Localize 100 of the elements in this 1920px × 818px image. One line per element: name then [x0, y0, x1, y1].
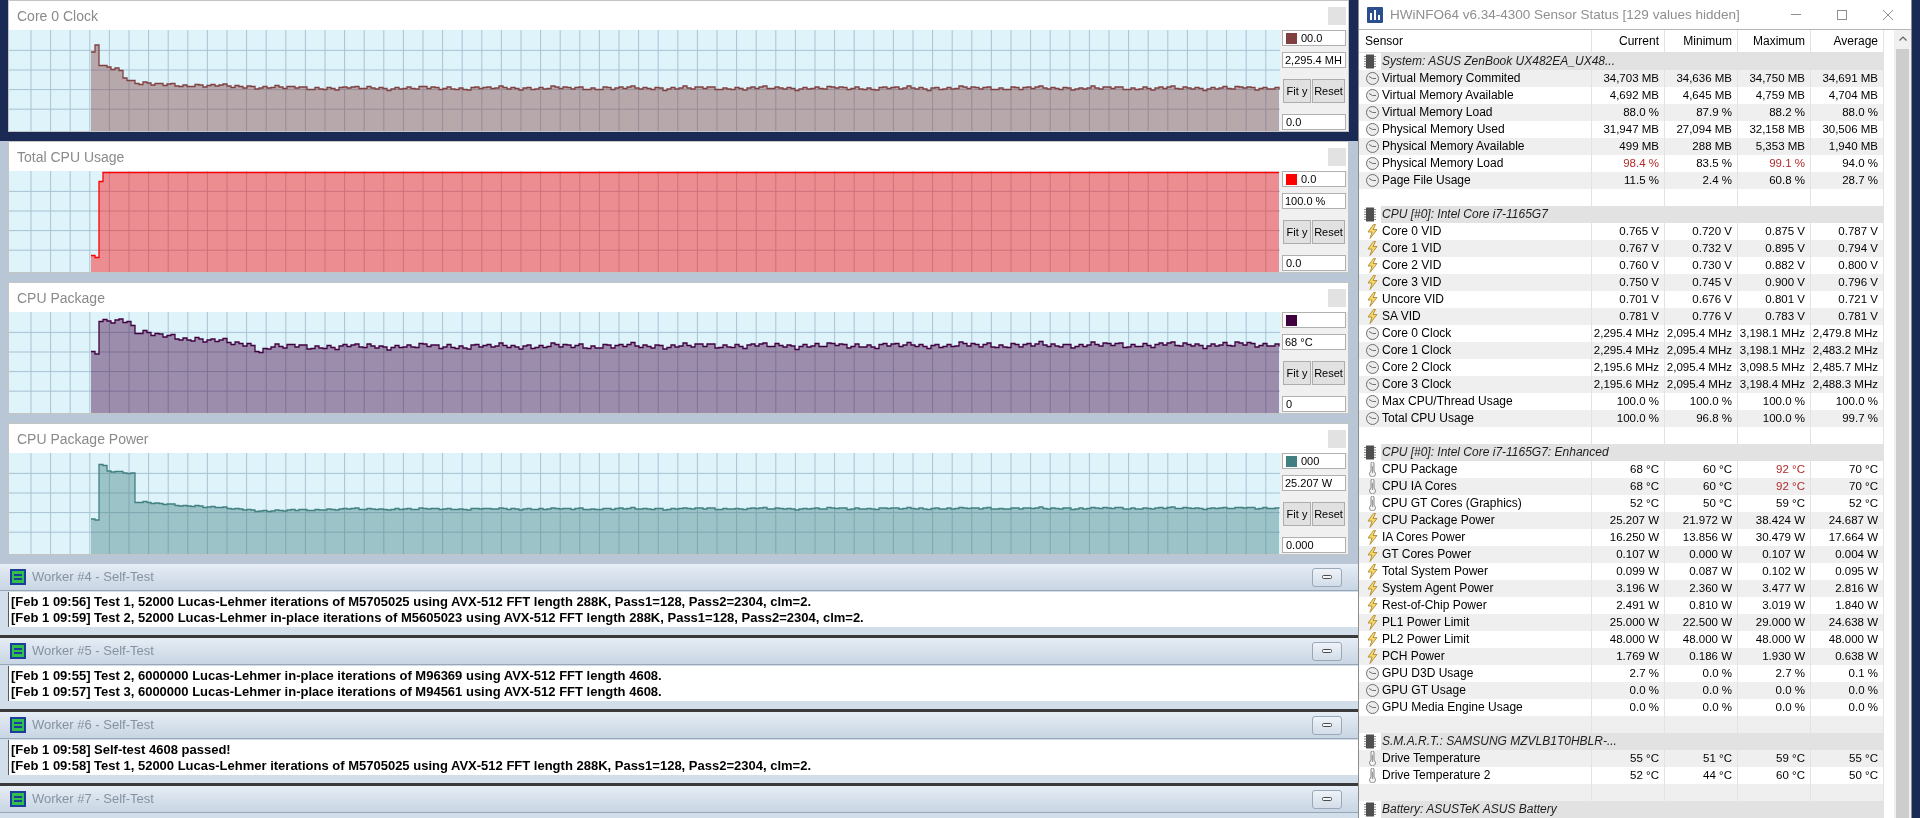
sensor-row[interactable]: GPU GT Usage 0.0 % 0.0 % 0.0 % 0.0 % [1359, 682, 1884, 699]
sensor-row[interactable]: Physical Memory Available 499 MB 288 MB 5,353 MB 1,940 MB [1359, 138, 1884, 155]
minimize-icon [1322, 797, 1332, 801]
fit-y-button[interactable]: Fit y [1283, 79, 1311, 103]
current-value-field[interactable]: 2,295.4 MH [1282, 52, 1346, 68]
sensor-name: Core 0 Clock [1382, 326, 1452, 341]
sensor-name: Max CPU/Thread Usage [1382, 394, 1513, 409]
scale-max-field[interactable]: 0.0 [1282, 171, 1346, 187]
group-header[interactable]: CPU [#0]: Intel Core i7-1165G7: Enhanced [1381, 444, 1884, 461]
sensor-row[interactable]: Total CPU Usage 100.0 % 96.8 % 100.0 % 99.7 % [1359, 410, 1884, 427]
thermometer-icon [1368, 462, 1377, 477]
lightning-icon [1367, 564, 1378, 579]
scale-min-field[interactable]: 0.0 [1282, 255, 1346, 271]
minimize-icon [1322, 575, 1332, 579]
lightning-icon [1367, 258, 1378, 273]
sensor-row[interactable]: GT Cores Power 0.107 W 0.000 W 0.107 W 0.004 W [1359, 546, 1884, 563]
app-icon [10, 569, 26, 585]
lightning-icon [1367, 530, 1378, 545]
log-line: [Feb 1 09:59] Test 2, 52000 Lucas-Lehmer in-place iterations of M5605023 using AVX-512 FFT length 288K, Pass1=128, Pass2=2304, clm=2. [11, 609, 865, 626]
lightning-icon [1367, 615, 1378, 630]
sensor-name: Virtual Memory Available [1382, 88, 1514, 103]
gauge-icon [1366, 327, 1379, 340]
sensor-name: CPU GT Cores (Graphics) [1382, 496, 1522, 511]
group-header[interactable]: S.M.A.R.T.: SAMSUNG MZVLB1T0HBLR-... [1381, 733, 1884, 750]
reset-button[interactable]: Reset [1312, 502, 1345, 526]
sensor-row[interactable]: Drive Temperature 55 °C 51 °C 59 °C 55 °C [1359, 750, 1884, 767]
title-bar-button[interactable] [1328, 147, 1346, 166]
column-header[interactable]: Maximum [1738, 30, 1811, 52]
log-line: [Feb 1 09:58] Test 1, 52000 Lucas-Lehmer iterations of M5705025 using AVX-512 FFT length 288K, Pass1=128, Pass2=2304, clm=2. [11, 757, 812, 774]
worker-title: Worker #7 - Self-Test [32, 791, 154, 807]
gauge-icon [1366, 174, 1379, 187]
gauge-icon [1366, 361, 1379, 374]
group-header[interactable]: Battery: ASUSTeK ASUS Battery [1381, 801, 1884, 818]
minimize-button[interactable] [1312, 641, 1342, 661]
sensor-row[interactable]: Core 3 Clock 2,195.6 MHz 2,095.4 MHz 3,198.4 MHz 2,488.3 MHz [1359, 376, 1884, 393]
thermometer-icon [1368, 751, 1377, 766]
minimize-button[interactable] [1312, 789, 1342, 809]
chevron-up-icon [1898, 36, 1907, 41]
sensor-name: Total System Power [1382, 564, 1489, 579]
sensor-name: Core 0 VID [1382, 224, 1442, 239]
fit-y-button[interactable]: Fit y [1283, 502, 1311, 526]
title-bar-button[interactable] [1328, 288, 1346, 307]
reset-button[interactable]: Reset [1312, 79, 1345, 103]
sensor-row[interactable]: SA VID 0.781 V 0.776 V 0.783 V 0.781 V [1359, 308, 1884, 325]
scale-min-field[interactable]: 0.0 [1282, 114, 1346, 130]
column-header[interactable]: Minimum [1665, 30, 1738, 52]
current-value-field[interactable]: 25.207 W [1282, 475, 1346, 491]
scale-max-field[interactable]: 00.0 [1282, 30, 1346, 46]
reset-button[interactable]: Reset [1312, 361, 1345, 385]
sensor-row[interactable]: Core 1 VID 0.767 V 0.732 V 0.895 V 0.794 V [1359, 240, 1884, 257]
sensor-row[interactable]: Virtual Memory Load 88.0 % 87.9 % 88.2 % 88.0 % [1359, 104, 1884, 121]
group-header[interactable]: CPU [#0]: Intel Core i7-1165G7 [1381, 206, 1884, 223]
scale-min-field[interactable]: 0.000 [1282, 537, 1346, 553]
thermometer-icon [1368, 479, 1377, 494]
title-bar-button[interactable] [1328, 429, 1346, 448]
sensor-row[interactable]: Core 1 Clock 2,295.4 MHz 2,095.4 MHz 3,198.1 MHz 2,483.2 MHz [1359, 342, 1884, 359]
scale-max-field[interactable] [1282, 312, 1346, 328]
sensor-row[interactable]: Core 3 VID 0.750 V 0.745 V 0.900 V 0.796 V [1359, 274, 1884, 291]
minimize-icon [1322, 649, 1332, 653]
sensor-row[interactable]: System Agent Power 3.196 W 2.360 W 3.477 W 2.816 W [1359, 580, 1884, 597]
column-header[interactable]: Average [1811, 30, 1884, 52]
sensor-name: Core 3 VID [1382, 275, 1442, 290]
current-value-field[interactable]: 68 °C [1282, 334, 1346, 350]
sensor-row[interactable]: Virtual Memory Commited 34,703 MB 34,636 MB 34,750 MB 34,691 MB [1359, 70, 1884, 87]
group-header[interactable]: System: ASUS ZenBook UX482EA_UX48... [1381, 53, 1884, 70]
sensor-name: Core 1 VID [1382, 241, 1442, 256]
graph-title: Total CPU Usage [17, 147, 125, 166]
column-header[interactable]: Current [1592, 30, 1665, 52]
minimize-button[interactable] [1312, 715, 1342, 735]
lightning-icon [1367, 632, 1378, 647]
gauge-icon [1366, 344, 1379, 357]
gauge-icon [1366, 667, 1379, 680]
sensor-name: Rest-of-Chip Power [1382, 598, 1487, 613]
sensor-row[interactable]: Page File Usage 11.5 % 2.4 % 60.8 % 28.7 % [1359, 172, 1884, 189]
sensor-row[interactable]: PL1 Power Limit 25.000 W 22.500 W 29.000 W 24.638 W [1359, 614, 1884, 631]
gauge-icon [1366, 72, 1379, 85]
sensor-row[interactable]: CPU IA Cores 68 °C 60 °C 92 °C 70 °C [1359, 478, 1884, 495]
sensor-row[interactable]: PCH Power 1.769 W 0.186 W 1.930 W 0.638 W [1359, 648, 1884, 665]
thermometer-icon [1368, 768, 1377, 783]
sensor-name: PL1 Power Limit [1382, 615, 1470, 630]
scrollbar-thumb[interactable] [1896, 49, 1909, 818]
chip-icon [1364, 207, 1376, 222]
title-bar-button[interactable] [1328, 6, 1346, 25]
column-header[interactable]: Sensor [1359, 30, 1592, 52]
sensor-name: IA Cores Power [1382, 530, 1466, 545]
scrollbar[interactable] [1894, 30, 1911, 818]
scale-max-field[interactable]: 000 [1282, 453, 1346, 469]
fit-y-button[interactable]: Fit y [1283, 220, 1311, 244]
graph-title: CPU Package Power [17, 429, 149, 448]
scale-min-field[interactable]: 0 [1282, 396, 1346, 412]
current-value-field[interactable]: 100.0 % [1282, 193, 1346, 209]
app-icon [10, 791, 26, 807]
gauge-icon [1366, 684, 1379, 697]
sensor-row[interactable]: CPU Package Power 25.207 W 21.972 W 38.424 W 24.687 W [1359, 512, 1884, 529]
minimize-button[interactable] [1312, 567, 1342, 587]
fit-y-button[interactable]: Fit y [1283, 361, 1311, 385]
sensor-name: Physical Memory Used [1382, 122, 1505, 137]
reset-button[interactable]: Reset [1312, 220, 1345, 244]
sensor-name: CPU Package [1382, 462, 1458, 477]
chip-icon [1364, 734, 1376, 749]
